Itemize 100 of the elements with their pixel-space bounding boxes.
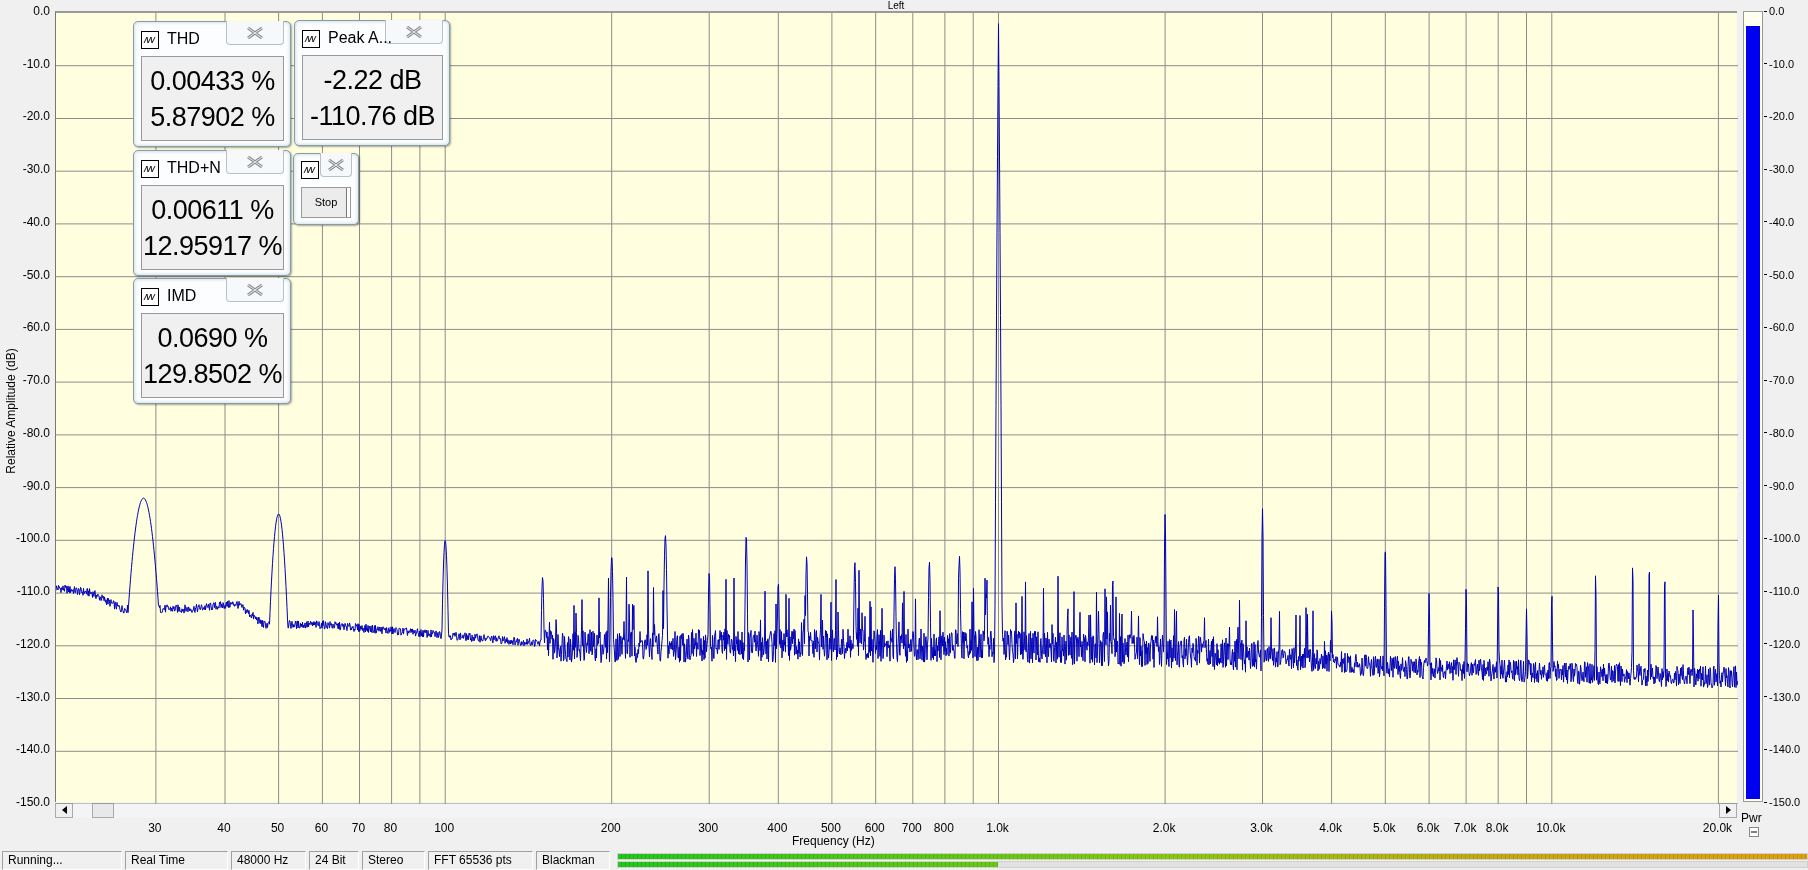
scale-label: 0.0: [1769, 4, 1785, 18]
window-title: IMD: [167, 286, 197, 306]
scroll-thumb[interactable]: [92, 802, 114, 818]
x-tick-label: 80: [383, 821, 398, 835]
x-tick-label: 10.0k: [1536, 821, 1566, 835]
y-tick-label: -10.0: [22, 56, 50, 71]
y-tick-label: -30.0: [22, 162, 50, 177]
x-tick-label: 300: [698, 821, 719, 835]
status-field: Blackman: [536, 851, 610, 870]
x-tick-label: 4.0k: [1319, 821, 1342, 835]
x-tick-label: 2.0k: [1152, 821, 1176, 835]
stop-button[interactable]: Stop: [301, 187, 351, 218]
x-tick-label: 70: [351, 821, 366, 835]
waveform-icon: [302, 30, 320, 48]
y-tick-label: -120.0: [15, 636, 50, 651]
x-tick-label: 1.0k: [986, 821, 1009, 835]
x-tick-label: 50: [270, 821, 285, 835]
close-button[interactable]: [226, 278, 284, 302]
readout-value: 0.00611 %: [151, 193, 274, 227]
left-arrow-icon: [61, 806, 67, 814]
scale-label: -70.0: [1769, 373, 1795, 388]
meter-label: Pwr: [1741, 811, 1763, 825]
readout-value: 5.87902 %: [150, 100, 275, 134]
waveform-icon: [301, 161, 319, 179]
close-button[interactable]: [226, 150, 284, 174]
chart-title: Left: [887, 0, 905, 11]
readout-value: 0.0690 %: [157, 321, 268, 355]
scale-label: -30.0: [1769, 162, 1795, 177]
close-icon: [245, 154, 265, 169]
scale-label: -130.0: [1769, 689, 1801, 704]
x-tick-label: 200: [600, 821, 621, 835]
scrollbar-track[interactable]: [55, 802, 1737, 818]
status-field: 24 Bit: [309, 851, 359, 870]
status-field: FFT 65536 pts: [428, 851, 533, 870]
close-button[interactable]: [226, 21, 284, 45]
readout-value: 0.00433 %: [150, 64, 275, 98]
x-tick-label: 700: [901, 821, 922, 835]
status-field: Real Time: [125, 851, 228, 870]
right-arrow-icon: [1725, 806, 1731, 814]
x-tick-label: 100: [434, 821, 455, 835]
scale-label: -20.0: [1769, 109, 1795, 124]
x-tick-label: 500: [820, 821, 841, 835]
readout-value: 129.8502 %: [142, 357, 283, 391]
waveform-icon: [141, 31, 159, 49]
minus-icon: [1751, 831, 1757, 833]
scroll-right-button[interactable]: [1719, 802, 1737, 818]
y-tick-label: -40.0: [22, 214, 50, 229]
window-title: THD: [167, 29, 200, 49]
readout-value: -2.22 dB: [323, 63, 422, 97]
close-button[interactable]: [320, 153, 352, 177]
y-tick-label: -140.0: [15, 742, 50, 757]
scale-label: -50.0: [1769, 267, 1795, 282]
x-tick-label: 20.0k: [1702, 821, 1733, 835]
scroll-left-button[interactable]: [55, 802, 73, 818]
scale-label: -140.0: [1769, 742, 1801, 757]
x-tick-label: 6.0k: [1416, 821, 1440, 835]
status-field: 48000 Hz: [231, 851, 306, 870]
scale-label: -80.0: [1769, 425, 1795, 440]
axis-title: Relative Amplitude (dB): [4, 347, 18, 476]
y-tick-label: -80.0: [22, 425, 50, 440]
y-tick-label: 0.0: [33, 4, 50, 18]
y-tick-label: -100.0: [15, 531, 50, 546]
x-tick-label: 40: [217, 821, 231, 835]
x-tick-label: 60: [314, 821, 329, 835]
window-title: THD+N: [167, 158, 221, 178]
y-tick-label: -60.0: [22, 320, 50, 335]
y-tick-label: -130.0: [15, 689, 50, 704]
scale-label: -10.0: [1769, 56, 1795, 71]
y-tick-label: -150.0: [15, 795, 50, 809]
x-tick-label: 3.0k: [1250, 821, 1273, 835]
x-tick-label: 30: [148, 821, 162, 835]
waveform-icon: [141, 288, 159, 306]
close-icon: [245, 25, 265, 40]
scale-label: -110.0: [1769, 584, 1800, 599]
scale-label: -90.0: [1769, 478, 1795, 493]
readout-value: -110.76 dB: [309, 99, 436, 133]
waveform-icon: [141, 160, 159, 178]
x-tick-label: 5.0k: [1372, 821, 1396, 835]
scale-label: -100.0: [1769, 531, 1801, 546]
x-tick-label: 7.0k: [1453, 821, 1477, 835]
scale-label: -60.0: [1769, 320, 1795, 335]
minimize-button[interactable]: [1749, 827, 1759, 837]
close-icon: [326, 157, 346, 172]
x-tick-label: 600: [864, 821, 885, 835]
y-tick-label: -20.0: [22, 109, 50, 124]
y-tick-label: -70.0: [22, 373, 50, 388]
y-tick-label: -50.0: [22, 267, 50, 282]
y-tick-label: -110.0: [16, 584, 50, 599]
x-tick-label: 8.0k: [1485, 821, 1509, 835]
x-tick-label: 400: [767, 821, 788, 835]
scale-label: -150.0: [1769, 795, 1801, 809]
status-field: Stereo: [362, 851, 425, 870]
status-field: Running...: [2, 851, 122, 870]
readout-value: 12.95917 %: [142, 229, 283, 263]
close-icon: [245, 282, 265, 297]
axis-title: Frequency (Hz): [792, 834, 875, 848]
close-icon: [404, 24, 424, 39]
y-tick-label: -90.0: [22, 478, 50, 493]
scale-label: -40.0: [1769, 214, 1795, 229]
scale-label: -120.0: [1769, 636, 1801, 651]
